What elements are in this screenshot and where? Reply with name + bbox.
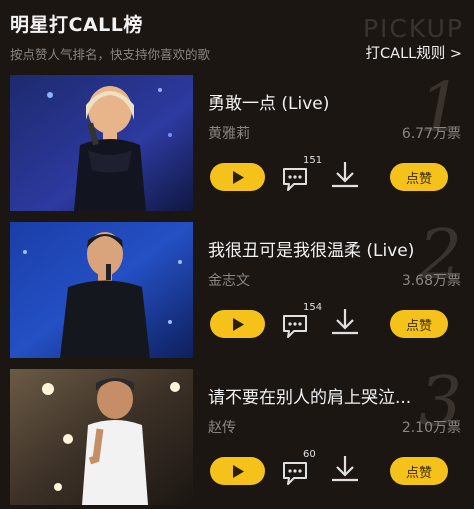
song-thumbnail[interactable] xyxy=(10,75,193,211)
download-button[interactable] xyxy=(329,453,361,485)
download-icon xyxy=(332,162,358,188)
download-icon xyxy=(332,456,358,482)
download-button[interactable] xyxy=(329,306,361,338)
comment-count: 60 xyxy=(303,449,316,460)
comment-count: 151 xyxy=(303,155,323,166)
comment-icon xyxy=(283,315,307,338)
comment-icon xyxy=(283,168,307,191)
play-icon xyxy=(232,170,244,184)
play-button[interactable] xyxy=(210,457,265,485)
chart-item[interactable]: 3 请不要在别人的肩上哭泣... 赵传 2.10万票 60 点赞 xyxy=(0,369,474,505)
play-button[interactable] xyxy=(210,310,265,338)
artist-name: 赵传 xyxy=(208,420,236,436)
header: 明星打CALL榜 按点赞人气排名，快支持你喜欢的歌 PICKUP 打CALL规则… xyxy=(0,0,474,72)
comment-button[interactable]: 60 xyxy=(281,449,321,489)
comment-button[interactable]: 151 xyxy=(281,155,322,195)
song-title[interactable]: 我很丑可是我很温柔 (Live) xyxy=(208,236,463,261)
page-title: 明星打CALL榜 xyxy=(10,14,143,36)
song-title[interactable]: 勇敢一点 (Live) xyxy=(208,89,463,114)
rules-link[interactable]: 打CALL规则 > xyxy=(366,42,462,63)
like-button[interactable]: 点赞 xyxy=(390,310,448,338)
song-thumbnail[interactable] xyxy=(10,369,193,505)
like-button[interactable]: 点赞 xyxy=(390,163,448,191)
download-button[interactable] xyxy=(329,159,361,191)
artist-name: 金志文 xyxy=(208,273,250,289)
chart-item[interactable]: 1 勇敢一点 (Live) 黄雅莉 6.77万票 151 点赞 xyxy=(0,75,474,211)
comment-button[interactable]: 154 xyxy=(281,302,322,342)
play-icon xyxy=(232,317,244,331)
play-icon xyxy=(232,464,244,478)
comment-icon xyxy=(283,462,307,485)
artist-name: 黄雅莉 xyxy=(208,126,250,142)
vote-count: 6.77万票 xyxy=(401,126,461,142)
vote-count: 3.68万票 xyxy=(401,273,461,289)
vote-count: 2.10万票 xyxy=(401,420,461,436)
comment-count: 154 xyxy=(303,302,323,313)
page-subtitle: 按点赞人气排名，快支持你喜欢的歌 xyxy=(10,47,211,62)
like-button[interactable]: 点赞 xyxy=(390,457,448,485)
song-title[interactable]: 请不要在别人的肩上哭泣... xyxy=(208,383,463,408)
play-button[interactable] xyxy=(210,163,265,191)
pickup-watermark: PICKUP xyxy=(362,14,464,43)
song-thumbnail[interactable] xyxy=(10,222,193,358)
download-icon xyxy=(332,309,358,335)
chart-item[interactable]: 2 我很丑可是我很温柔 (Live) 金志文 3.68万票 154 点赞 xyxy=(0,222,474,358)
